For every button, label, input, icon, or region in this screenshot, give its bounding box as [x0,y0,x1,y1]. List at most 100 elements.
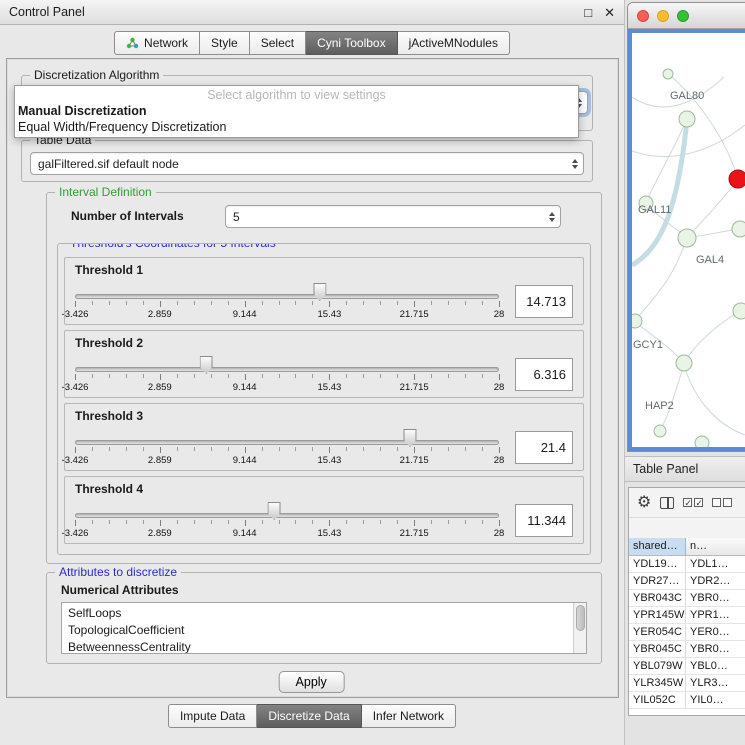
close-window-icon[interactable]: ✕ [604,6,615,19]
network-canvas[interactable]: GAL80 GAL11 GAL4 GCY1 HAP2 [628,29,745,451]
table-row[interactable]: YBR045CYBR0… [629,641,745,658]
table-row[interactable]: YDR27…YDR2… [629,573,745,590]
thresholds-group: Threshold's Coordinates for 5 Intervals … [57,243,591,555]
table-row[interactable]: YER054CYER0… [629,624,745,641]
selected-network-node[interactable] [729,170,745,188]
scale-tick-label: 21.715 [400,528,429,539]
algorithm-option[interactable]: Manual Discretization [15,103,578,119]
threshold-panel: Threshold 1-3.4262.8599.14415.4321.71528… [64,257,584,325]
scale-tick-label: 2.859 [148,382,172,393]
node-label-gcy1: GCY1 [633,339,663,351]
tab-label: Select [261,36,294,50]
threshold-slider[interactable]: -3.4262.8599.14415.4321.71528 [75,280,499,322]
threshold-panel: Threshold 3-3.4262.8599.14415.4321.71528… [64,403,584,471]
tab-network[interactable]: Network [114,31,200,55]
threshold-value-field[interactable]: 21.4 [515,431,573,464]
attribute-list-item[interactable]: BetweennessCentrality [68,639,586,654]
top-tab-bar: NetworkStyle Select Cyni Toolbox jActiveMNo… [0,31,624,55]
apply-button[interactable]: Apply [278,671,344,693]
threshold-slider[interactable]: -3.4262.8599.14415.4321.71528 [75,426,499,468]
table-row[interactable]: YBL079WYBL0… [629,658,745,675]
network-view-window: GAL80 GAL11 GAL4 GCY1 HAP2 [627,2,745,452]
table-row[interactable]: YDL19…YDL1… [629,556,745,573]
table-panel-header[interactable]: Table Panel [625,456,745,482]
dropdown-placeholder-item[interactable]: Select algorithm to view settings [15,86,578,103]
column-header[interactable]: shared… [629,538,686,556]
scale-tick-label: 21.715 [400,455,429,466]
attribute-list-item[interactable]: SelfLoops [68,605,586,622]
table-cell: YLR345W [629,675,686,691]
attribute-list-item[interactable]: TopologicalCoefficient [68,622,586,639]
tab-select[interactable]: Select [250,31,306,55]
scale-tick-label: 28 [494,528,505,539]
table-header-row: shared…n… [629,538,745,556]
table-cell: YPR1… [686,607,745,623]
threshold-value-field[interactable]: 6.316 [515,358,573,391]
tab-label: Cyni Toolbox [317,36,385,50]
scale-tick-label: 28 [494,455,505,466]
table-panel-title: Table Panel [633,462,698,476]
columns-icon[interactable] [660,497,674,509]
network-nodes[interactable] [632,69,745,450]
threshold-panel: Threshold 4-3.4262.8599.14415.4321.71528… [64,476,584,544]
list-scrollbar[interactable] [573,603,586,653]
scrollbar-thumb[interactable] [576,605,585,631]
group-title: Discretization Algorithm [30,68,163,82]
scale-tick-label: 2.859 [148,455,172,466]
scale-tick-label: 2.859 [148,528,172,539]
threshold-value-field[interactable]: 14.713 [515,285,573,318]
scale-tick-label: -3.426 [62,382,89,393]
control-panel-titlebar[interactable]: Control Panel □ ✕ [0,0,624,25]
numerical-attributes-list[interactable]: SelfLoopsTopologicalCoefficientBetweenne… [61,602,587,654]
scale-tick-label: -3.426 [62,455,89,466]
column-header[interactable]: n… [686,538,745,556]
threshold-panel: Threshold 2 -3.4262.8599.14415.4321.71528… [64,330,584,398]
group-title: Interval Definition [55,185,156,199]
threshold-slider[interactable]: -3.4262.8599.14415.4321.71528 [75,499,499,541]
table-row[interactable]: YBR043CYBR0… [629,590,745,607]
table-cell: YLR3… [686,675,745,691]
control-panel-window: Control Panel □ ✕ NetworkStyle Select Cyni… [0,0,625,745]
number-of-intervals-combobox[interactable]: 5 [225,205,561,228]
table-row[interactable]: YPR145WYPR1… [629,607,745,624]
number-of-intervals-label: Number of Intervals [71,209,184,223]
minimize-traffic-light-icon[interactable] [657,10,669,22]
node-label-hap2: HAP2 [645,400,674,412]
tab-impute-data[interactable]: Impute Data [168,704,257,728]
tab-discretize-data[interactable]: Discretize Data [257,704,361,728]
scale-tick-label: 21.715 [400,382,429,393]
table-row[interactable]: YLR345WYLR3… [629,675,745,692]
unselect-all-checks-icon[interactable] [712,498,732,507]
select-all-checks-icon[interactable]: ✓ ✓ [683,498,703,507]
threshold-value-field[interactable]: 11.344 [515,504,573,537]
window-title: Control Panel [9,5,85,19]
desktop: Control Panel □ ✕ NetworkStyle Select Cyni… [0,0,745,745]
scale-tick-label: -3.426 [62,309,89,320]
algorithm-option[interactable]: Equal Width/Frequency Discretization [15,119,578,135]
table-cell: YBR043C [629,590,686,606]
float-window-icon[interactable]: □ [584,6,592,19]
tab-style[interactable]: Style [200,31,250,55]
gear-icon[interactable]: ⚙ [637,495,651,511]
close-traffic-light-icon[interactable] [637,10,649,22]
threshold-label: Threshold 2 [75,336,573,351]
table-cell: YBR0… [686,641,745,657]
table-row[interactable]: YIL052CYIL0… [629,692,745,709]
table-toolbar: ⚙ ✓ ✓ [629,488,745,518]
zoom-traffic-light-icon[interactable] [677,10,689,22]
table-cell: YER0… [686,624,745,640]
tab-jactivemnodules[interactable]: jActiveMNodules [398,31,510,55]
table-cell: YDL1… [686,556,745,572]
tab-cyni-toolbox[interactable]: Cyni Toolbox [306,31,397,55]
bottom-tab-bar: Impute DataDiscretize DataInfer Network [0,704,624,728]
threshold-slider[interactable]: -3.4262.8599.14415.4321.71528 [75,353,499,395]
scale-tick-label: 15.43 [318,309,342,320]
table-cell: YBL079W [629,658,686,674]
table-data-combobox[interactable]: galFiltered.sif default node [30,152,584,175]
table-cell: YER054C [629,624,686,640]
table-cell: YDR27… [629,573,686,589]
combo-arrows-icon [549,212,555,222]
network-window-titlebar[interactable] [628,3,745,29]
tab-infer-network[interactable]: Infer Network [362,704,456,728]
node-table: shared…n… YDL19…YDL1…YDR27…YDR2…YBR043CY… [629,538,745,715]
